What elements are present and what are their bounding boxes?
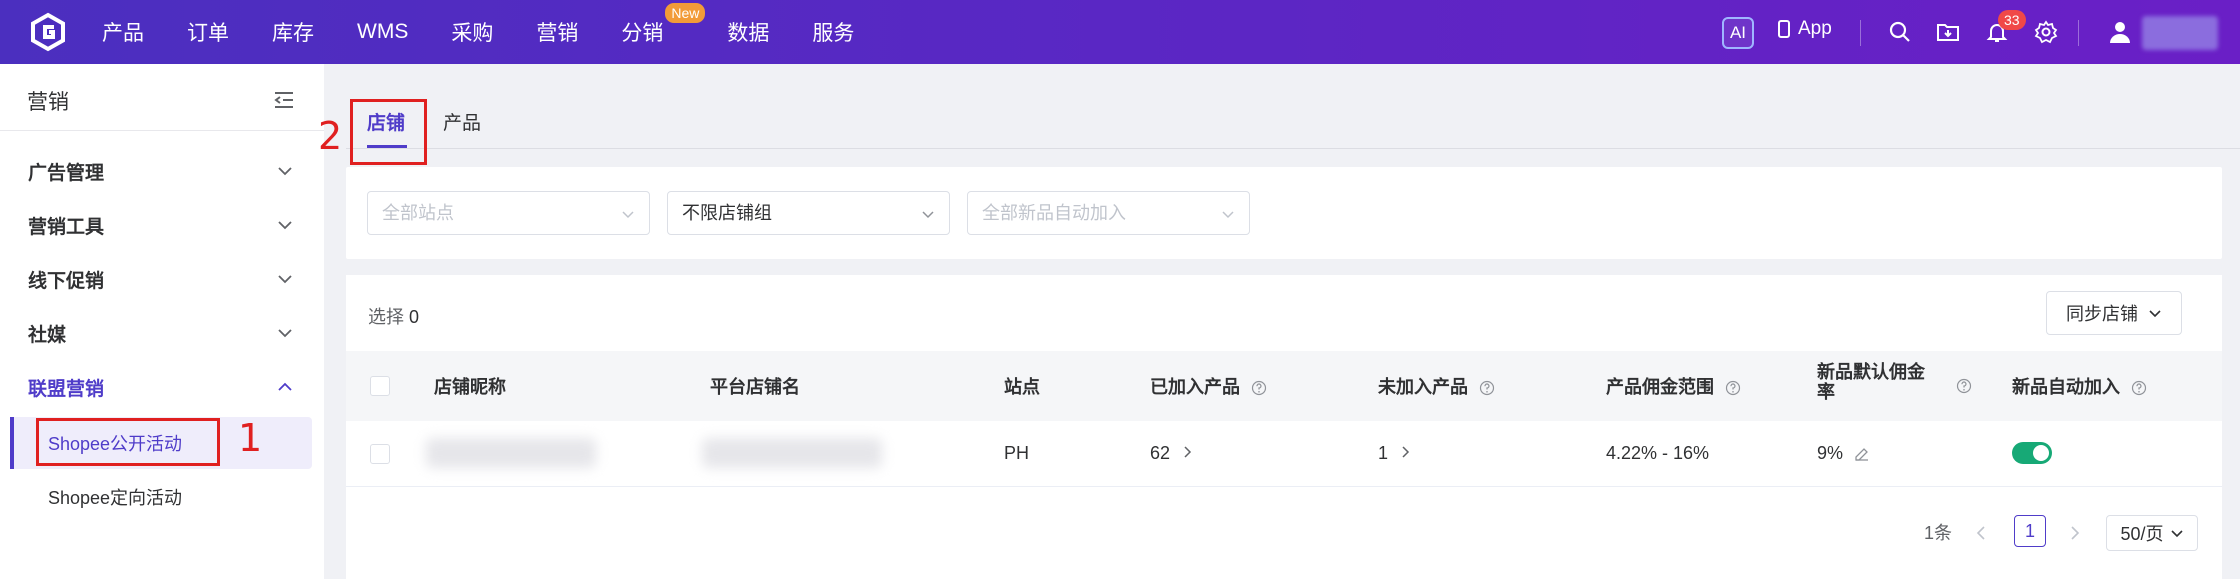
sidebar-group-offline[interactable]: 线下促销 <box>28 266 104 293</box>
gear-icon[interactable] <box>2034 20 2058 44</box>
nav-wms[interactable]: WMS <box>357 20 408 44</box>
sidebar-group-affiliate[interactable]: 联盟营销 <box>28 374 104 401</box>
commission-range-value: 4.22% - 16% <box>1606 443 1710 463</box>
app-link[interactable]: App <box>1778 18 1832 40</box>
help-icon[interactable] <box>1479 380 1495 396</box>
nav-orders[interactable]: 订单 <box>187 17 229 47</box>
page-size-select[interactable]: 50/页 <box>2106 515 2198 551</box>
nav-products[interactable]: 产品 <box>102 17 144 47</box>
col-shop-nickname[interactable]: 店铺昵称 <box>434 373 506 399</box>
sidebar-group-tools[interactable]: 营销工具 <box>28 212 104 239</box>
chevron-up-icon[interactable] <box>276 378 294 396</box>
chevron-right-icon <box>1184 446 1192 458</box>
auto-add-toggle[interactable] <box>2012 442 2052 464</box>
chevron-down-icon <box>922 211 934 219</box>
download-folder-icon[interactable] <box>1936 20 1960 44</box>
new-badge: New <box>665 3 706 23</box>
chevron-down-icon <box>2149 310 2161 318</box>
row-checkbox[interactable] <box>370 444 390 464</box>
col-platform-shop-name[interactable]: 平台店铺名 <box>710 373 800 399</box>
divider <box>2078 20 2079 46</box>
help-icon[interactable] <box>1956 378 1972 394</box>
search-icon[interactable] <box>1888 20 1912 44</box>
collapse-sidebar-icon[interactable] <box>272 88 296 112</box>
chevron-down-icon[interactable] <box>276 324 294 342</box>
prev-page-icon[interactable] <box>1974 525 1988 541</box>
col-commission-range[interactable]: 产品佣金范围 <box>1606 373 1741 399</box>
filter-panel: 全部站点 不限店铺组 全部新品自动加入 <box>346 167 2222 259</box>
chevron-down-icon <box>2170 530 2183 538</box>
nav-data[interactable]: 数据 <box>727 17 769 47</box>
mobile-phone-icon <box>1778 20 1790 38</box>
main-nav: 产品 订单 库存 WMS 采购 营销 分销 New 数据 服务 <box>102 0 897 64</box>
tabs-divider <box>346 148 2240 149</box>
chevron-down-icon[interactable] <box>276 216 294 234</box>
nav-inventory[interactable]: 库存 <box>272 17 314 47</box>
default-rate-value: 9% <box>1817 443 1870 464</box>
col-not-added-products[interactable]: 未加入产品 <box>1378 373 1495 399</box>
platform-shop-name-redacted <box>702 438 882 468</box>
edit-icon[interactable] <box>1854 446 1870 462</box>
col-default-commission-rate[interactable]: 新品默认佣金率 <box>1817 362 1937 402</box>
annotation-number-2: 2 <box>318 114 343 158</box>
username-redacted[interactable] <box>2142 16 2218 50</box>
divider <box>1860 20 1861 46</box>
shop-group-select[interactable]: 不限店铺组 <box>667 191 950 235</box>
page-number-current[interactable]: 1 <box>2014 515 2046 547</box>
chevron-down-icon <box>622 211 634 219</box>
table-header: 店铺昵称 平台店铺名 站点 已加入产品 未加入产品 产品佣金范围 新品默认佣金率… <box>346 351 2222 421</box>
help-icon[interactable] <box>1725 380 1741 396</box>
col-site[interactable]: 站点 <box>1004 373 1040 399</box>
next-page-icon[interactable] <box>2068 525 2082 541</box>
sidebar-title: 营销 <box>27 91 69 114</box>
nav-marketing[interactable]: 营销 <box>536 17 578 47</box>
nav-distribution[interactable]: 分销 New <box>621 3 706 47</box>
auto-add-select[interactable]: 全部新品自动加入 <box>967 191 1250 235</box>
user-avatar-icon[interactable] <box>2108 20 2132 44</box>
chevron-down-icon[interactable] <box>276 162 294 180</box>
help-icon[interactable] <box>1251 380 1267 396</box>
col-added-products[interactable]: 已加入产品 <box>1150 373 1267 399</box>
app-logo-icon[interactable] <box>28 12 68 52</box>
notification-count-badge: 33 <box>1998 10 2026 30</box>
divider <box>0 130 324 131</box>
sidebar-group-ads[interactable]: 广告管理 <box>28 158 104 185</box>
select-all-checkbox[interactable] <box>370 376 390 396</box>
sidebar-active-indicator <box>10 417 14 469</box>
nav-services[interactable]: 服务 <box>812 17 854 47</box>
chevron-right-icon <box>1402 446 1410 458</box>
chevron-down-icon <box>1222 211 1234 219</box>
not-added-products-link[interactable]: 1 <box>1378 443 1411 464</box>
annotation-box-1 <box>36 418 220 466</box>
annotation-box-2 <box>350 99 427 165</box>
annotation-number-1: 1 <box>238 416 263 460</box>
shop-nickname-redacted <box>426 438 596 468</box>
col-auto-add-new[interactable]: 新品自动加入 <box>2012 373 2147 399</box>
chevron-down-icon[interactable] <box>276 270 294 288</box>
table-row: PH 62 1 4.22% - 16% 9% <box>346 421 2222 487</box>
help-icon[interactable] <box>2131 380 2147 396</box>
top-navigation-bar: 产品 订单 库存 WMS 采购 营销 分销 New 数据 服务 AI App 3… <box>0 0 2240 64</box>
tab-product[interactable]: 产品 <box>443 108 481 135</box>
nav-purchase[interactable]: 采购 <box>451 17 493 47</box>
added-products-link[interactable]: 62 <box>1150 443 1193 464</box>
pagination-total: 1条 <box>1924 523 1953 543</box>
site-select[interactable]: 全部站点 <box>367 191 650 235</box>
shop-table-panel: 选择 0 同步店铺 店铺昵称 平台店铺名 站点 已加入产品 未加入产品 产品佣金… <box>346 275 2222 579</box>
sync-shops-button[interactable]: 同步店铺 <box>2046 291 2182 335</box>
ai-button[interactable]: AI <box>1722 17 1754 49</box>
sidebar-item-shopee-targeted[interactable]: Shopee定向活动 <box>48 484 182 510</box>
selected-count: 选择 0 <box>368 307 420 327</box>
site-value: PH <box>1004 443 1030 463</box>
sidebar-group-social[interactable]: 社媒 <box>28 320 66 347</box>
